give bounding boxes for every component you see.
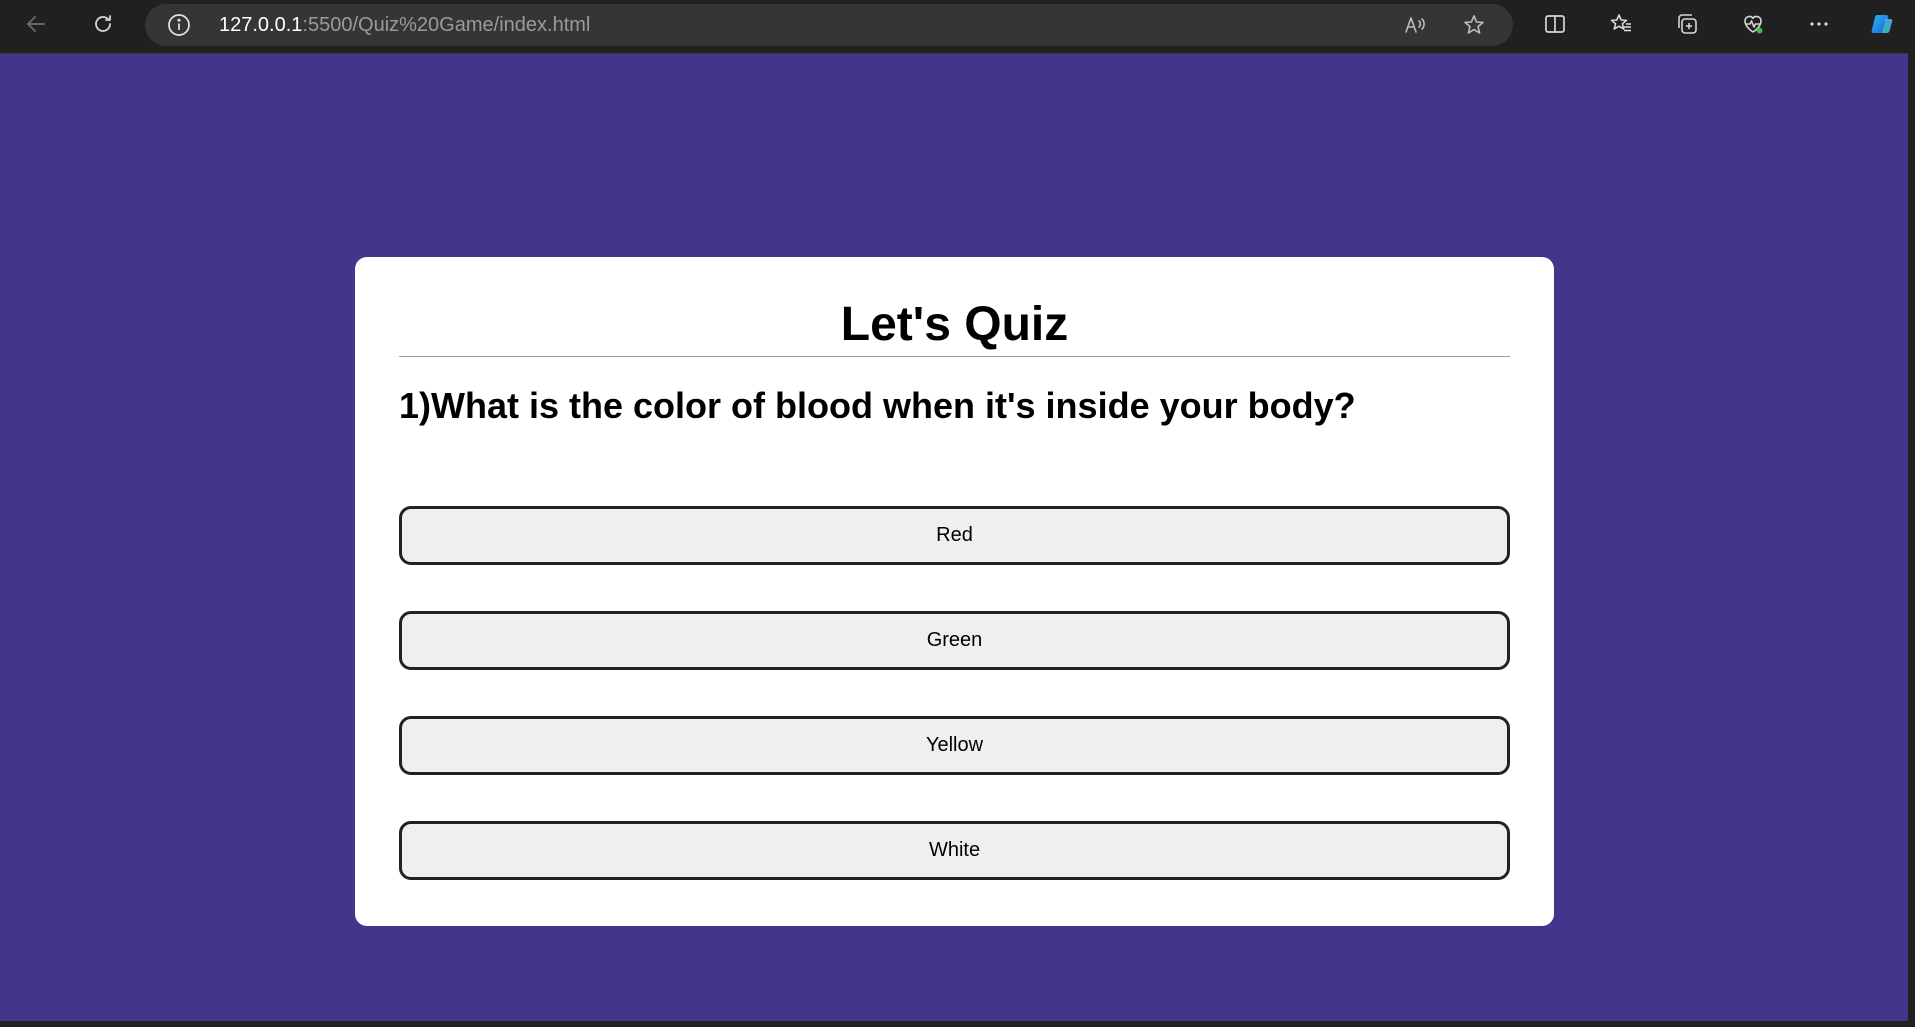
star-icon[interactable] xyxy=(1462,13,1486,37)
split-screen-icon[interactable] xyxy=(1535,6,1575,42)
collections-icon[interactable] xyxy=(1667,6,1707,42)
answer-button-white[interactable]: White xyxy=(399,821,1510,880)
quiz-title: Let's Quiz xyxy=(840,298,1069,351)
info-icon[interactable] xyxy=(167,13,191,37)
answer-button-green[interactable]: Green xyxy=(399,611,1510,670)
browser-toolbar: 127.0.0.1:5500/Quiz%20Game/index.html xyxy=(0,0,1915,50)
address-bar[interactable]: 127.0.0.1:5500/Quiz%20Game/index.html xyxy=(145,4,1513,46)
refresh-icon[interactable] xyxy=(83,6,123,42)
window-bottom-edge xyxy=(0,1021,1915,1027)
page-viewport: Let's Quiz 1)What is the color of blood … xyxy=(0,53,1908,1022)
quiz-card: Let's Quiz 1)What is the color of blood … xyxy=(355,257,1554,926)
address-url[interactable]: 127.0.0.1:5500/Quiz%20Game/index.html xyxy=(219,4,590,46)
heart-pulse-icon[interactable] xyxy=(1733,6,1773,42)
back-arrow-icon[interactable] xyxy=(16,6,56,42)
answer-button-red[interactable]: Red xyxy=(399,506,1510,565)
answer-button-yellow[interactable]: Yellow xyxy=(399,716,1510,775)
url-host: 127.0.0.1 xyxy=(219,14,303,36)
url-path: :5500/Quiz%20Game/index.html xyxy=(302,14,591,36)
question-text: 1)What is the color of blood when it's i… xyxy=(399,385,1356,426)
title-divider xyxy=(399,356,1510,357)
window-right-edge xyxy=(1908,50,1915,1027)
more-icon[interactable] xyxy=(1799,6,1839,42)
favorites-icon[interactable] xyxy=(1601,6,1641,42)
copilot-icon[interactable] xyxy=(1862,6,1902,42)
read-aloud-icon[interactable] xyxy=(1403,13,1427,37)
